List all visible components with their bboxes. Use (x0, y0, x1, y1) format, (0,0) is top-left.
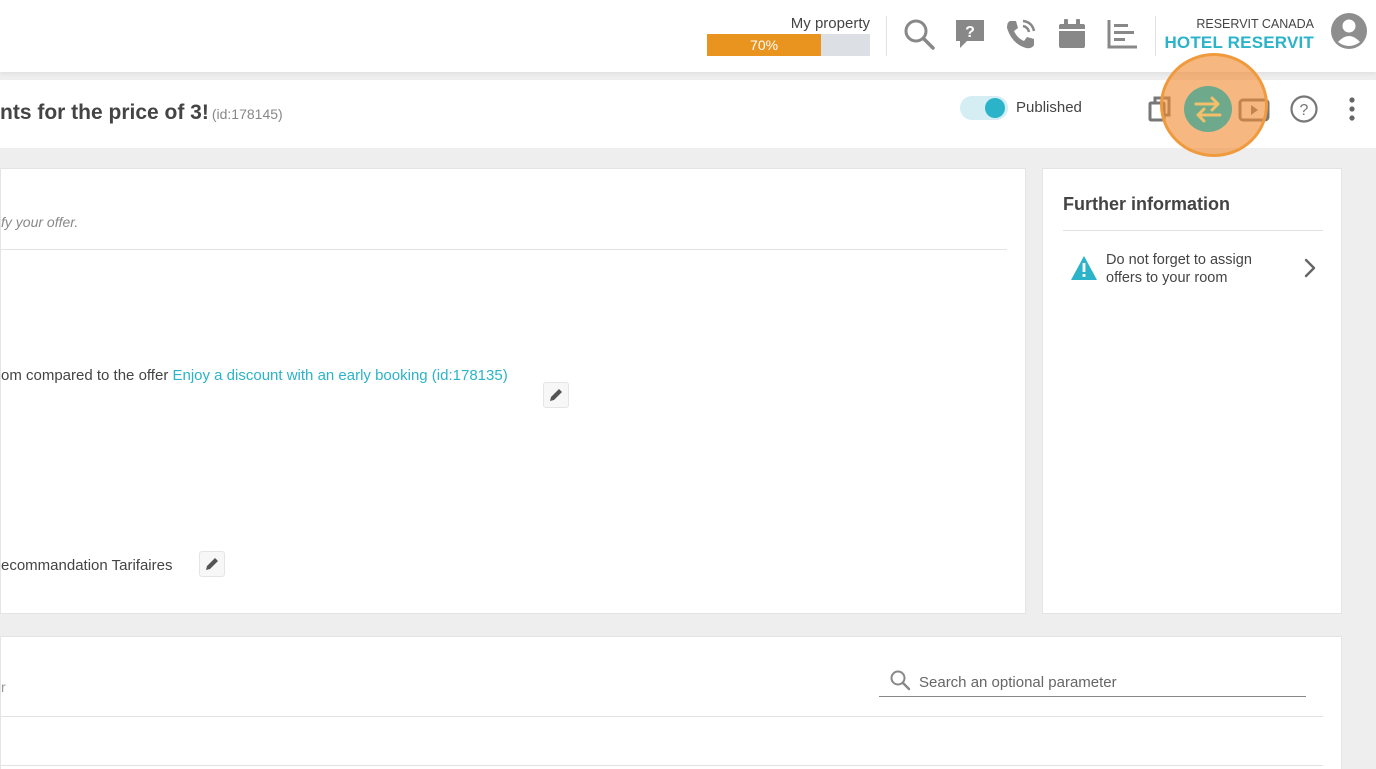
my-property-label[interactable]: My property (740, 15, 870, 32)
progress-fill: 70% (707, 34, 822, 56)
assign-offers-reminder[interactable]: Do not forget to assign offers to your r… (1063, 245, 1323, 293)
calendar-icon[interactable] (1054, 16, 1090, 52)
property-progress-bar[interactable]: 70% (707, 34, 870, 56)
card-hint: fy your offer. (1, 214, 79, 230)
card-divider (1, 249, 1007, 250)
published-label: Published (1016, 99, 1082, 116)
reminder-text: Do not forget to assign offers to your r… (1106, 252, 1252, 286)
card-divider (1, 765, 1323, 766)
published-toggle[interactable] (960, 96, 1008, 120)
search-icon (889, 669, 911, 696)
phone-icon[interactable] (1003, 16, 1039, 52)
optional-parameters-card: r (0, 636, 1342, 769)
card-label-fragment: r (1, 679, 6, 695)
svg-text:?: ? (1300, 102, 1309, 119)
statistics-icon[interactable] (1105, 16, 1141, 52)
page-title: nts for the price of 3! (id:178145) (0, 101, 283, 125)
header-divider (1155, 16, 1156, 56)
rate-recommendation-text: ecommandation Tarifaires (1, 557, 173, 574)
offer-title: nts for the price of 3! (0, 101, 209, 124)
header-divider (886, 16, 887, 56)
relation-prefix: om compared to the offer (1, 367, 173, 384)
related-offer-link[interactable]: Enjoy a discount with an early booking (… (172, 367, 507, 384)
help-chat-icon[interactable]: ? (952, 16, 988, 52)
toggle-knob (985, 98, 1005, 118)
edit-pencil-icon[interactable] (543, 382, 569, 408)
company-name: RESERVIT CANADA (1196, 17, 1314, 31)
offer-id: (id:178145) (211, 106, 283, 122)
swap-icon[interactable] (1184, 86, 1232, 132)
offer-details-card: fy your offer. om compared to the offer … (0, 168, 1026, 614)
help-icon[interactable]: ? (1287, 92, 1321, 126)
warning-icon (1070, 255, 1098, 286)
chevron-right-icon (1303, 257, 1317, 284)
further-info-card: Further information Do not forget to ass… (1042, 168, 1342, 614)
offer-relation-text: om compared to the offer Enjoy a discoun… (1, 367, 508, 384)
hotel-name[interactable]: HOTEL RESERVIT (1164, 33, 1314, 53)
more-options-icon[interactable] (1335, 92, 1369, 126)
parameter-search (879, 667, 1306, 697)
user-avatar-icon[interactable] (1330, 12, 1368, 50)
card-divider (1, 716, 1323, 717)
side-divider (1063, 230, 1323, 231)
edit-pencil-icon[interactable] (199, 551, 225, 577)
search-parameter-input[interactable] (919, 671, 1299, 693)
search-icon[interactable] (901, 16, 937, 52)
further-info-title: Further information (1063, 194, 1230, 214)
svg-text:?: ? (965, 24, 975, 41)
top-header: My property 70% ? RESERVIT CANADA HOTEL … (0, 0, 1376, 72)
